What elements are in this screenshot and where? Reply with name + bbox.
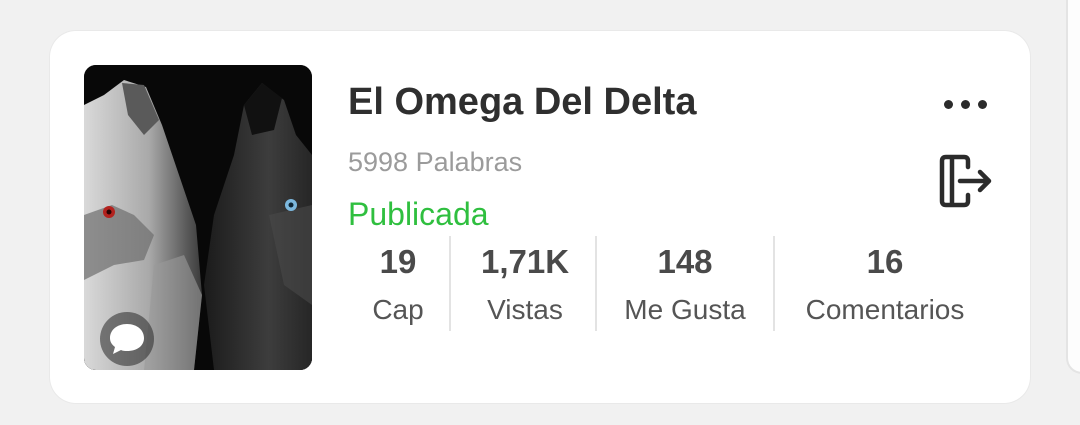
stat-value: 1,71K — [480, 243, 570, 280]
comment-badge[interactable] — [100, 312, 154, 366]
stat-divider — [449, 236, 451, 331]
comment-icon — [110, 324, 144, 354]
stat-divider — [595, 236, 597, 331]
stat-label: Vistas — [487, 294, 563, 325]
side-panel-edge — [1066, 0, 1080, 374]
story-cover[interactable] — [84, 65, 312, 370]
stat-comments: 16 Comentarios — [785, 236, 985, 332]
stat-label: Me Gusta — [624, 294, 746, 325]
stat-chapters: 19 Cap — [356, 236, 440, 332]
more-horizontal-icon — [943, 99, 953, 109]
story-card[interactable]: El Omega Del Delta 5998 Palabras Publica… — [50, 31, 1030, 403]
stat-value: 19 — [379, 243, 417, 280]
stat-views: 1,71K Vistas — [460, 236, 590, 332]
exit-button[interactable] — [938, 153, 994, 209]
exit-icon — [939, 154, 992, 208]
more-horizontal-icon-dot — [960, 99, 970, 109]
stat-value: 148 — [657, 243, 713, 280]
word-count: 5998 Palabras — [348, 147, 523, 177]
stat-likes: 148 Me Gusta — [606, 236, 764, 332]
more-horizontal-icon-dot — [977, 99, 987, 109]
story-title[interactable]: El Omega Del Delta — [348, 81, 696, 124]
status-label: Publicada — [348, 196, 489, 232]
stat-value: 16 — [866, 243, 904, 280]
stat-label: Cap — [372, 294, 424, 325]
stat-label: Comentarios — [805, 294, 965, 325]
more-options-button[interactable] — [934, 87, 996, 121]
stat-divider — [773, 236, 775, 331]
